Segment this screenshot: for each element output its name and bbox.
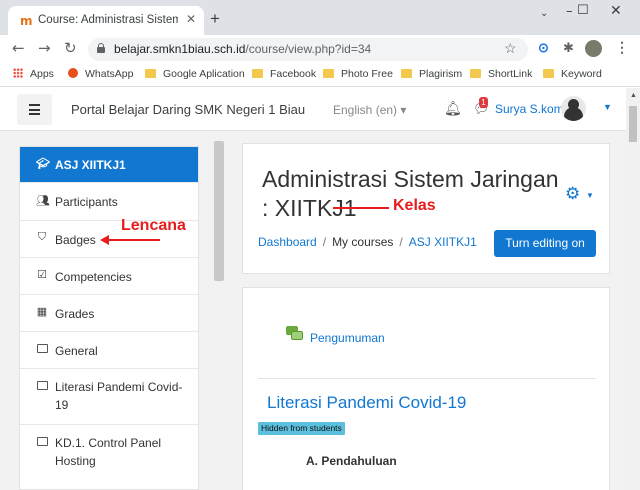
site-name[interactable]: Portal Belajar Daring SMK Negeri 1 Biau (71, 102, 305, 117)
site-navbar: Portal Belajar Daring SMK Negeri 1 Biau … (0, 88, 626, 131)
caret-down-icon: ▾ (400, 103, 407, 117)
folder-icon (543, 69, 554, 78)
bookmark-google-aplication[interactable]: Google Aplication (145, 68, 245, 80)
browser-menu-icon[interactable]: ⋮ (615, 39, 629, 56)
bookmark-whatsapp[interactable]: WhatsApp (68, 68, 133, 80)
browser-tab[interactable]: m Course: Administrasi Sistem Jarin ✕ (8, 6, 204, 35)
drawer-course-panel: 🎓︎ ASJ XIITKJ1 👥︎ Participants ⛉ Badges … (19, 146, 199, 490)
folder-icon (36, 381, 48, 393)
lock-icon[interactable] (97, 43, 105, 53)
annotation-kelas: Kelas (393, 197, 436, 214)
folder-icon (401, 69, 412, 78)
bookmark-star-icon[interactable]: ☆ (504, 40, 517, 57)
bookmark-keyword[interactable]: Keyword (543, 68, 602, 80)
drawer-item-kd1-control-panel[interactable]: KD.1. Control Panel Hosting (20, 425, 198, 481)
language-menu[interactable]: English (en) ▾ (333, 103, 406, 117)
drawer-item-competencies[interactable]: ☑ Competencies (20, 258, 198, 295)
graduation-cap-icon: 🎓︎ (36, 158, 50, 170)
section-divider (258, 378, 596, 379)
message-count-badge: 1 (479, 97, 488, 108)
minimize-icon[interactable]: – (566, 4, 573, 19)
notification-bell-icon[interactable]: 🔔︎ (444, 100, 462, 117)
course-content-card: Pengumuman Literasi Pandemi Covid-19 Hid… (242, 287, 610, 490)
reload-icon[interactable]: ↻ (64, 39, 77, 57)
bookmark-facebook[interactable]: Facebook (252, 68, 316, 80)
folder-icon (36, 437, 48, 449)
forum-icon (286, 326, 303, 341)
user-menu-caret-icon[interactable]: ▼ (603, 102, 612, 112)
address-bar[interactable]: belajar.smkn1biau.sch.id/course/view.php… (88, 38, 528, 61)
drawer-item-participants[interactable]: 👥︎ Participants (20, 183, 198, 221)
section-subheading: A. Pendahuluan (306, 454, 397, 468)
apps-grid-icon (13, 68, 23, 78)
breadcrumb-my-courses[interactable]: My courses (332, 235, 393, 249)
folder-icon (323, 69, 334, 78)
nav-drawer: 🎓︎ ASJ XIITKJ1 👥︎ Participants ⛉ Badges … (0, 131, 226, 490)
page-scrollbar[interactable]: ▲ (626, 88, 640, 490)
annotation-line (333, 207, 389, 209)
gear-icon[interactable]: ⚙ (565, 184, 580, 204)
breadcrumb-course[interactable]: ASJ XIITKJ1 (409, 235, 477, 249)
browser-profile-avatar[interactable] (585, 40, 602, 57)
user-menu-name[interactable]: Surya S.kom (495, 102, 564, 116)
bookmark-plagirism[interactable]: Plagirism (401, 68, 462, 80)
folder-icon (470, 69, 481, 78)
drawer-item-grades[interactable]: ▦ Grades (20, 295, 198, 332)
bookmark-shortlink[interactable]: ShortLink (470, 68, 532, 80)
close-window-icon[interactable]: ✕ (610, 3, 622, 19)
user-avatar[interactable] (561, 96, 586, 121)
bookmarks-bar: Apps WhatsApp Google Aplication Facebook… (0, 63, 640, 87)
url-text: belajar.smkn1biau.sch.id/course/view.php… (114, 42, 372, 56)
folder-icon (145, 69, 156, 78)
annotation-arrow-icon (100, 235, 160, 245)
maximize-icon[interactable]: ☐ (577, 3, 589, 18)
breadcrumb: Dashboard / My courses / ASJ XIITKJ1 (258, 235, 477, 249)
checkbox-icon: ☑ (37, 269, 47, 281)
drawer-item-general[interactable]: General (20, 332, 198, 369)
hidden-status-badge: Hidden from students (258, 422, 345, 435)
users-icon: 👥︎ (36, 195, 50, 207)
bookmark-photo-free[interactable]: Photo Free (323, 68, 393, 80)
caret-down-icon[interactable]: ▼ (586, 191, 594, 200)
back-arrow-icon[interactable]: ← (12, 39, 25, 57)
moodle-favicon-icon: m (20, 14, 33, 28)
forum-link-pengumuman[interactable]: Pengumuman (310, 331, 385, 345)
turn-editing-on-button[interactable]: Turn editing on (494, 230, 596, 257)
folder-icon (36, 344, 48, 356)
bookmark-apps[interactable]: Apps (13, 68, 54, 80)
shield-icon: ⛉ (37, 231, 47, 243)
scroll-up-arrow-icon[interactable]: ▲ (630, 92, 637, 99)
extension-sync-icon[interactable]: ⊙ (538, 40, 549, 56)
new-tab-icon[interactable]: + (210, 10, 220, 27)
table-icon: ▦ (36, 306, 48, 318)
forward-arrow-icon[interactable]: → (38, 39, 51, 57)
drawer-item-literasi-pandemi[interactable]: Literasi Pandemi Covid- 19 (20, 369, 198, 425)
scrollbar-thumb[interactable] (629, 106, 637, 142)
section-title[interactable]: Literasi Pandemi Covid-19 (267, 393, 466, 413)
extensions-puzzle-icon[interactable]: ✱ (563, 40, 574, 56)
browser-tabstrip: m Course: Administrasi Sistem Jarin ✕ + … (0, 0, 640, 35)
tab-title: Course: Administrasi Sistem Jarin (38, 14, 178, 26)
drawer-item-course-home[interactable]: 🎓︎ ASJ XIITKJ1 (20, 147, 198, 183)
tab-search-chevron-icon[interactable]: ⌄ (540, 8, 548, 19)
drawer-toggle-button[interactable] (17, 94, 52, 125)
whatsapp-icon (68, 68, 78, 78)
breadcrumb-dashboard[interactable]: Dashboard (258, 235, 317, 249)
folder-icon (252, 69, 263, 78)
close-tab-icon[interactable]: ✕ (186, 12, 196, 26)
drawer-scrollbar-thumb[interactable] (214, 141, 224, 281)
